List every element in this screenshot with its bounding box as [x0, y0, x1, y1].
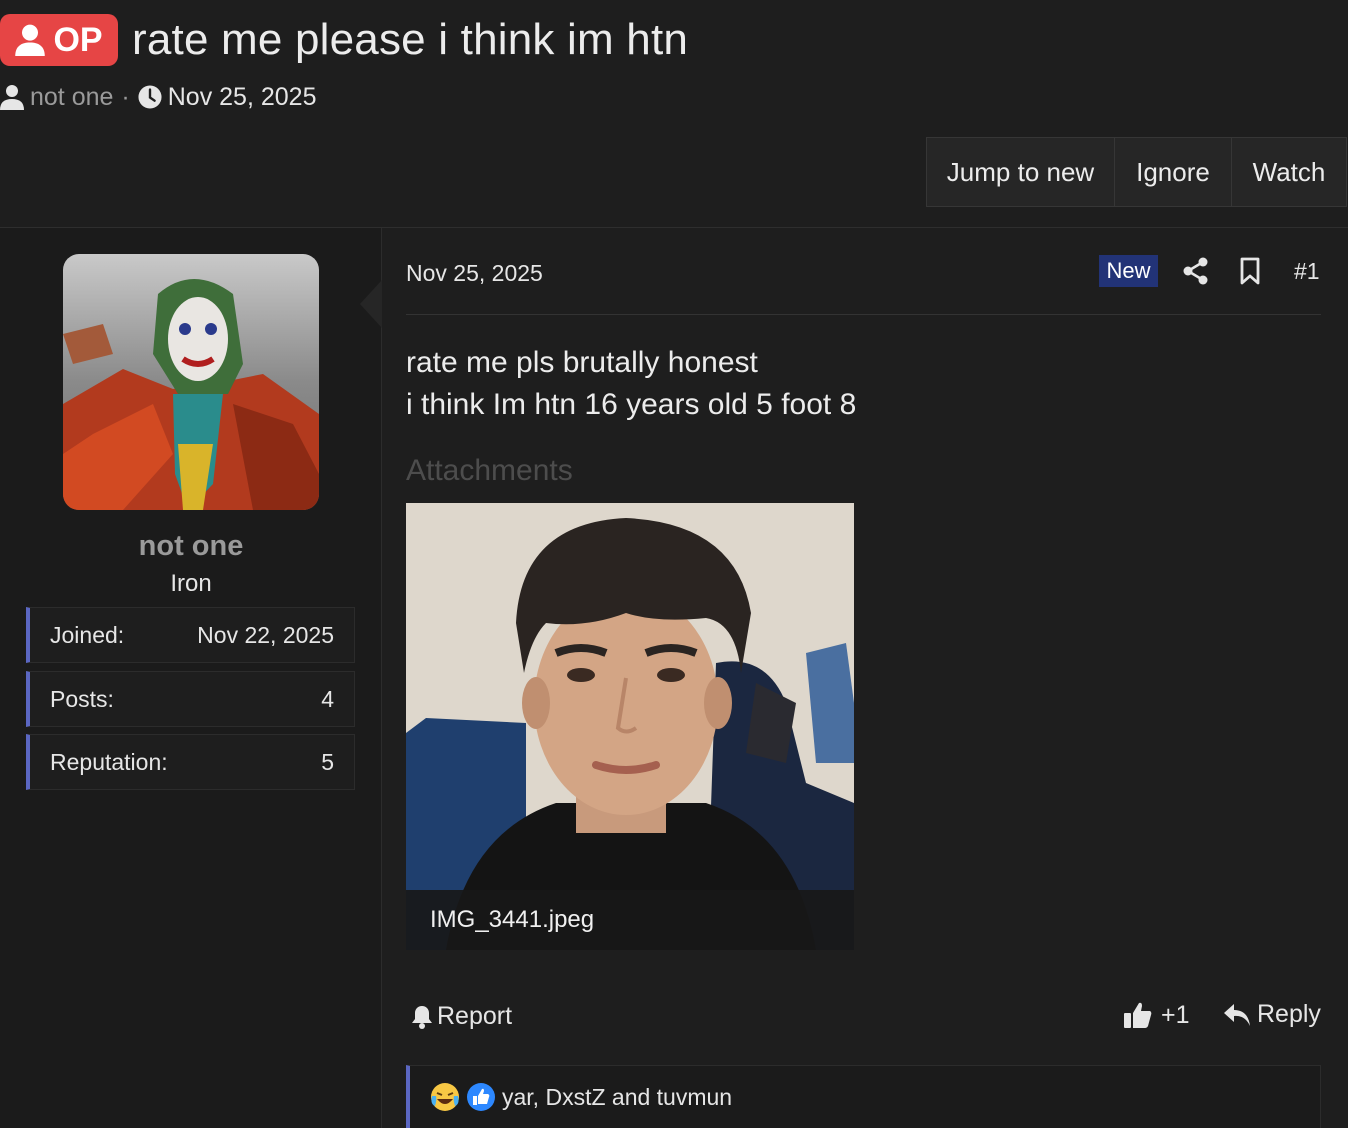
- reply-label: Reply: [1257, 1000, 1321, 1028]
- bookmark-icon[interactable]: [1239, 257, 1261, 285]
- post: not one Iron Joined: Nov 22, 2025 Posts:…: [0, 227, 1348, 1128]
- reactions-bar[interactable]: yar, DxstZ and tuvmun: [406, 1065, 1321, 1128]
- user-icon: [0, 85, 24, 110]
- post-content: Nov 25, 2025 New #1 rate me pls brutally…: [383, 228, 1348, 1128]
- clock-icon: [138, 85, 162, 109]
- post-user-panel: not one Iron Joined: Nov 22, 2025 Posts:…: [0, 228, 382, 1128]
- reply-button[interactable]: Reply: [1223, 1000, 1321, 1029]
- thread-date[interactable]: Nov 25, 2025: [168, 83, 317, 112]
- laughing-crying-emoji-icon: [431, 1083, 459, 1111]
- post-body-line: i think Im htn 16 years old 5 foot 8: [406, 388, 857, 421]
- thread-actions: Jump to new Ignore Watch: [926, 137, 1347, 207]
- thread-author-link[interactable]: not one: [30, 83, 113, 112]
- bell-icon: [412, 1005, 432, 1029]
- like-count: +1: [1161, 1000, 1190, 1029]
- thread-title-row: OP rate me please i think im htn: [0, 12, 688, 68]
- avatar[interactable]: [63, 254, 319, 510]
- stat-label: Reputation:: [50, 748, 168, 775]
- post-pointer-arrow: [360, 280, 382, 328]
- thumbs-up-icon: [1124, 1002, 1152, 1028]
- attachments-heading: Attachments: [406, 454, 573, 487]
- meta-separator: ·: [121, 82, 130, 111]
- post-username[interactable]: not one: [0, 530, 382, 563]
- page-title: rate me please i think im htn: [132, 15, 689, 64]
- reactions-users: yar, DxstZ and tuvmun: [502, 1083, 733, 1110]
- thread-meta: not one · Nov 25, 2025: [0, 80, 316, 114]
- avatar-image: [63, 254, 319, 510]
- stat-label: Posts:: [50, 685, 114, 712]
- reply-icon: [1224, 1003, 1250, 1026]
- post-date[interactable]: Nov 25, 2025: [406, 260, 543, 287]
- watch-button[interactable]: Watch: [1232, 137, 1347, 207]
- op-label: OP: [53, 20, 103, 59]
- stat-posts: Posts: 4: [26, 671, 355, 727]
- post-body: rate me pls brutally honest i think Im h…: [406, 342, 856, 426]
- stat-value[interactable]: 4: [321, 686, 334, 713]
- stat-value: Nov 22, 2025: [197, 621, 334, 648]
- report-label: Report: [437, 1002, 513, 1030]
- user-icon: [15, 24, 46, 56]
- report-button[interactable]: Report: [411, 1002, 512, 1031]
- like-button[interactable]: +1: [1123, 1000, 1190, 1030]
- user-rank: Iron: [170, 570, 212, 597]
- share-icon[interactable]: [1183, 257, 1209, 285]
- post-number-link[interactable]: #1: [1294, 258, 1320, 285]
- jump-to-new-button[interactable]: Jump to new: [926, 137, 1115, 207]
- ignore-button[interactable]: Ignore: [1115, 137, 1232, 207]
- attachment-image: [406, 503, 854, 950]
- like-reaction-icon: [467, 1083, 495, 1111]
- stat-label: Joined:: [50, 621, 125, 648]
- post-body-line: rate me pls brutally honest: [406, 346, 758, 379]
- attachment-thumbnail[interactable]: IMG_3441.jpeg: [406, 503, 854, 950]
- stat-value: 5: [321, 748, 334, 775]
- op-badge: OP: [0, 14, 118, 66]
- divider: [406, 314, 1321, 315]
- stat-joined: Joined: Nov 22, 2025: [26, 607, 355, 663]
- new-badge: New: [1099, 255, 1158, 287]
- stat-reputation: Reputation: 5: [26, 734, 355, 790]
- attachment-filename[interactable]: IMG_3441.jpeg: [406, 890, 854, 950]
